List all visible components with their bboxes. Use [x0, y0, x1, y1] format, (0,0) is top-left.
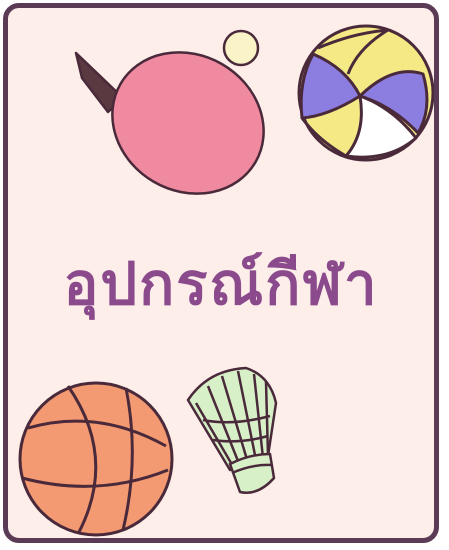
ping-pong-ball-icon	[222, 29, 260, 67]
basketball-icon	[18, 381, 174, 537]
sports-equipment-card: อุปกรณ์กีฬา	[3, 3, 439, 543]
shuttlecock-icon	[186, 366, 278, 494]
volleyball-icon	[297, 24, 434, 162]
page-title: อุปกรณ์กีฬา	[63, 250, 379, 318]
